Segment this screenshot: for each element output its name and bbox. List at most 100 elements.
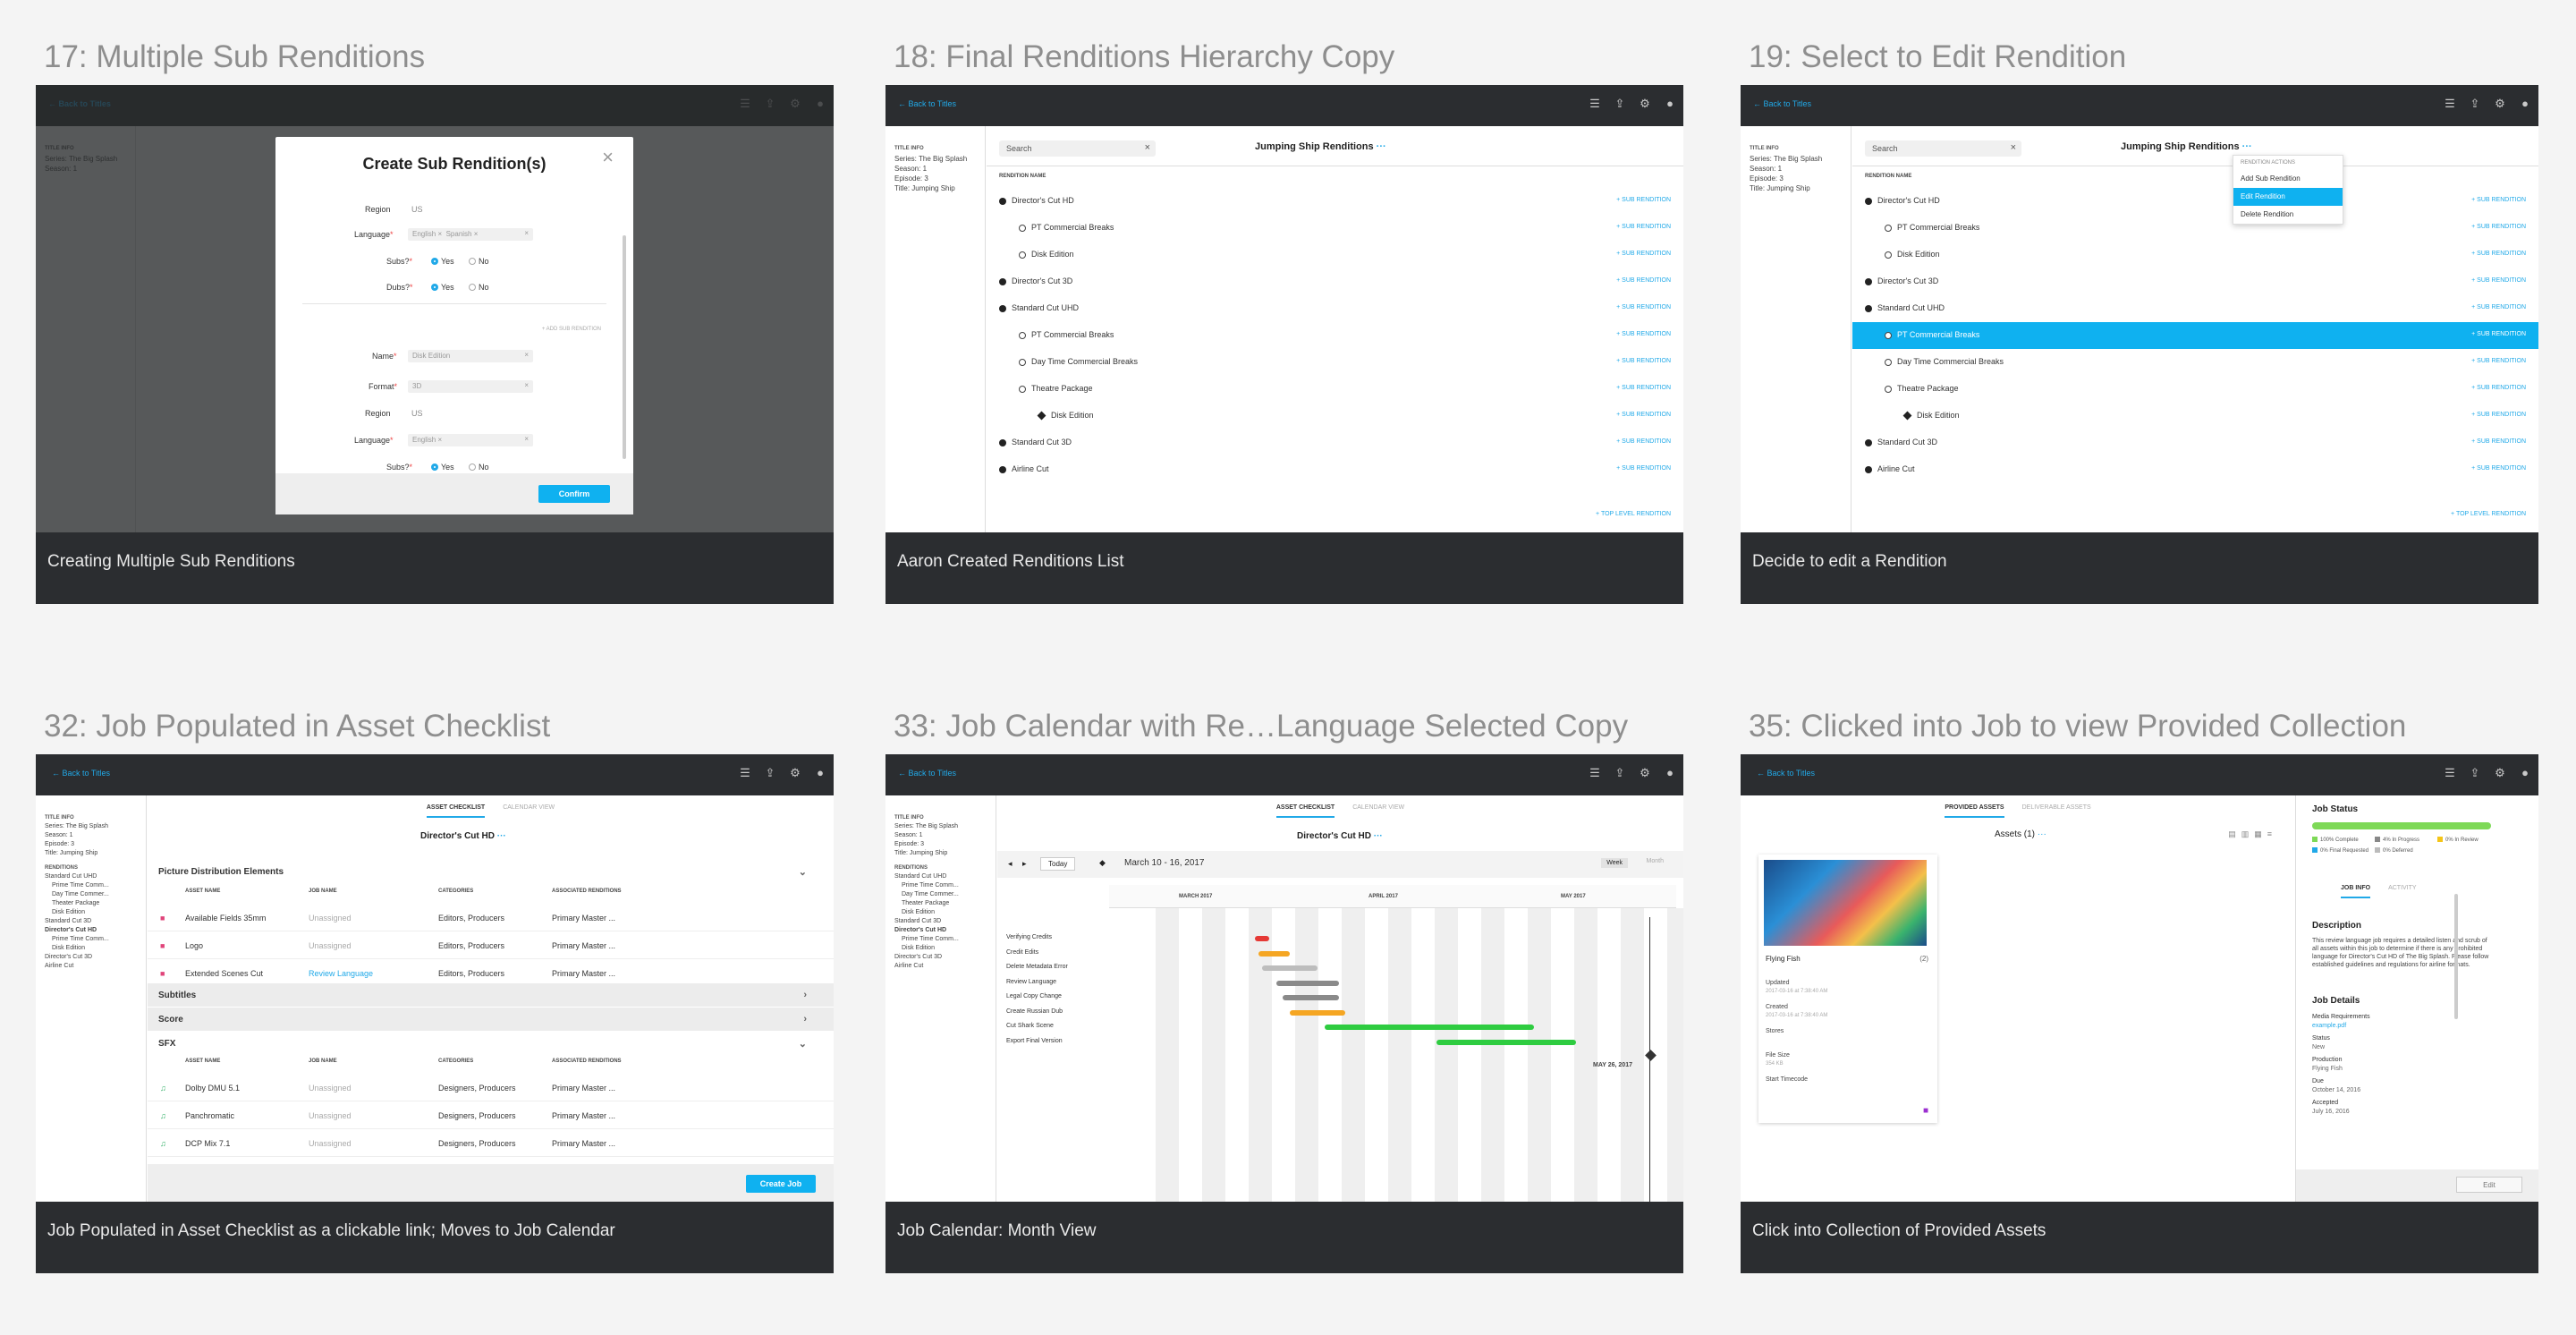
view-mode-icons[interactable]: ▤▥▦≡ (2228, 829, 2277, 839)
add-sub-rendition-button[interactable]: + SUB RENDITION (1616, 438, 1671, 445)
back-to-titles-link[interactable]: ← Back to Titles (898, 99, 956, 108)
card-frame[interactable]: ← Back to Titles ☰⇪⚙● TITLE INFO Series:… (36, 85, 834, 604)
section-sfx[interactable]: SFX ⌄ (148, 1032, 834, 1055)
add-sub-rendition-button[interactable]: + SUB RENDITION (2471, 385, 2526, 391)
back-to-titles-link[interactable]: ← Back to Titles (1753, 99, 1811, 108)
upload-icon[interactable]: ⇪ (764, 767, 776, 779)
upload-icon[interactable]: ⇪ (1614, 98, 1626, 110)
asset-card[interactable]: Flying Fish (2) Updated 2017-03-16 at 7:3… (1758, 855, 1937, 1123)
task-bar[interactable] (1255, 936, 1269, 941)
upload-icon[interactable]: ⇪ (2469, 767, 2481, 779)
top-level-rendition-button[interactable]: + TOP LEVEL RENDITION (2451, 511, 2526, 517)
task-bar[interactable] (1258, 950, 1291, 957)
create-job-button[interactable]: Create Job (746, 1175, 816, 1193)
list-icon[interactable]: ☰ (739, 767, 751, 779)
search-input[interactable]: Search × (1865, 140, 2021, 157)
task-bar[interactable] (1325, 1025, 1534, 1030)
rendition-row[interactable]: Standard Cut 3D + SUB RENDITION (987, 429, 1683, 456)
gear-icon[interactable]: ⚙ (789, 767, 801, 779)
task-bar[interactable] (1262, 965, 1318, 971)
user-icon[interactable]: ● (814, 767, 826, 779)
card-frame[interactable]: ← Back to Titles ☰⇪⚙● TITLE INFO Series:… (1741, 85, 2538, 604)
task-label[interactable]: Create Russian Dub (1006, 1008, 1063, 1015)
task-label[interactable]: Credit Edits (1006, 949, 1038, 956)
table-row[interactable]: ♫ Panchromatic Unassigned Designers, Produc… (148, 1102, 834, 1129)
card-frame[interactable]: ← Back to Titles ☰⇪⚙● TITLE INFO Series:… (886, 85, 1683, 604)
tab-provided-assets[interactable]: PROVIDED ASSETS (1945, 804, 2004, 818)
task-label[interactable]: Delete Metadata Error (1006, 964, 1068, 970)
rendition-row[interactable]: Director's Cut HD + SUB RENDITION (987, 188, 1683, 215)
gear-icon[interactable]: ⚙ (1639, 767, 1651, 779)
add-sub-rendition-button[interactable]: + SUB RENDITION (1616, 277, 1671, 284)
subs-yes-radio[interactable]: Yes (431, 257, 454, 266)
cell-job[interactable]: Unassigned (309, 1111, 352, 1120)
task-label[interactable]: Review Language (1006, 979, 1056, 985)
list-icon[interactable]: ☰ (2444, 98, 2456, 110)
back-to-titles-link[interactable]: ← Back to Titles (1757, 769, 1815, 778)
table-row[interactable]: ♫ Dolby DMU 5.1 Unassigned Designers, Produ… (148, 1075, 834, 1101)
upload-icon[interactable]: ⇪ (1614, 767, 1626, 779)
cell-job[interactable]: Unassigned (309, 914, 352, 923)
table-row[interactable]: ■ Available Fields 35mm Unassigned Editors,… (148, 905, 834, 931)
add-sub-rendition-button[interactable]: + SUB RENDITION (2471, 412, 2526, 418)
add-sub-rendition-button[interactable]: + SUB RENDITION (1616, 465, 1671, 472)
rendition-row[interactable]: Day Time Commercial Breaks + SUB RENDITIO… (987, 349, 1683, 376)
cell-job[interactable]: Unassigned (309, 1084, 352, 1093)
language-input-2[interactable]: English × × (408, 434, 533, 446)
tab-asset-checklist[interactable]: ASSET CHECKLIST (426, 804, 486, 818)
add-sub-rendition-button[interactable]: + SUB RENDITION (1616, 412, 1671, 418)
rendition-row[interactable]: Disk Edition + SUB RENDITION (1852, 242, 2538, 268)
name-input[interactable]: Disk Edition × (408, 350, 533, 362)
cell-job[interactable]: Unassigned (309, 1139, 352, 1148)
menu-item-add-sub-rendition[interactable]: Add Sub Rendition (2233, 170, 2343, 188)
folder-icon[interactable]: ■ (1923, 1106, 1928, 1116)
rendition-row[interactable]: Disk Edition + SUB RENDITION (1852, 403, 2538, 429)
add-sub-rendition-button[interactable]: + SUB RENDITION (1616, 385, 1671, 391)
dubs-no-radio[interactable]: No (469, 283, 489, 292)
rendition-row[interactable]: PT Commercial Breaks + SUB RENDITION (1852, 215, 2538, 242)
table-row[interactable]: ■ Logo Unassigned Editors, Producers Primary… (148, 932, 834, 959)
tab-job-info[interactable]: JOB INFO (2341, 885, 2371, 898)
tab-deliverable-assets[interactable]: DELIVERABLE ASSETS (2022, 804, 2091, 816)
gear-icon[interactable]: ⚙ (1639, 98, 1651, 110)
section-picture-distribution[interactable]: Picture Distribution Elements ⌄ (148, 860, 834, 883)
section-subtitles[interactable]: Subtitles › (148, 983, 834, 1007)
add-sub-rendition-button[interactable]: + SUB RENDITION (1616, 331, 1671, 337)
user-icon[interactable]: ● (2519, 767, 2531, 779)
rendition-row[interactable]: Day Time Commercial Breaks + SUB RENDITIO… (1852, 349, 2538, 376)
add-sub-rendition-button[interactable]: + SUB RENDITION (2471, 358, 2526, 364)
add-sub-rendition-link[interactable]: + ADD SUB RENDITION (542, 327, 601, 332)
tab-asset-checklist[interactable]: ASSET CHECKLIST (1275, 804, 1335, 818)
card-frame[interactable]: ← Back to Titles ☰⇪⚙● TITLE INFO Series:… (36, 754, 834, 1273)
rendition-row[interactable]: PT Commercial Breaks + SUB RENDITION (1852, 322, 2538, 349)
rendition-row[interactable]: Airline Cut + SUB RENDITION (1852, 456, 2538, 483)
rendition-row[interactable]: Director's Cut 3D + SUB RENDITION (987, 268, 1683, 295)
tab-calendar-view[interactable]: CALENDAR VIEW (503, 804, 555, 816)
add-sub-rendition-button[interactable]: + SUB RENDITION (2471, 331, 2526, 337)
task-label[interactable]: Verifying Credits (1006, 934, 1052, 940)
rendition-row[interactable]: Standard Cut 3D + SUB RENDITION (1852, 429, 2538, 456)
task-label[interactable]: Export Final Version (1006, 1038, 1063, 1044)
card-frame[interactable]: ← Back to Titles ☰⇪⚙● TITLE INFO Series:… (886, 754, 1683, 1273)
table-row[interactable]: ♫ DCP Mix 7.1 Unassigned Designers, Produce… (148, 1130, 834, 1157)
task-label[interactable]: Cut Shark Scene (1006, 1023, 1054, 1029)
search-input[interactable]: Search × (999, 140, 1156, 157)
format-input[interactable]: 3D × (408, 380, 533, 393)
rendition-row[interactable]: PT Commercial Breaks + SUB RENDITION (987, 215, 1683, 242)
rendition-row[interactable]: PT Commercial Breaks + SUB RENDITION (987, 322, 1683, 349)
user-icon[interactable]: ● (1664, 767, 1676, 779)
detail-scrollbar[interactable] (2454, 894, 2458, 1019)
prev-icon[interactable]: ◂ (1008, 859, 1013, 869)
confirm-button[interactable]: Confirm (538, 485, 610, 503)
close-icon[interactable]: × (602, 146, 614, 169)
menu-item-delete-rendition[interactable]: Delete Rendition (2233, 206, 2343, 224)
add-sub-rendition-button[interactable]: + SUB RENDITION (2471, 277, 2526, 284)
back-to-titles-link[interactable]: ← Back to Titles (898, 769, 956, 778)
list-icon[interactable]: ☰ (2444, 767, 2456, 779)
language-input[interactable]: English × Spanish × × (408, 228, 533, 241)
edit-button[interactable]: Edit (2456, 1177, 2522, 1193)
add-sub-rendition-button[interactable]: + SUB RENDITION (2471, 304, 2526, 310)
rendition-row[interactable]: Airline Cut + SUB RENDITION (987, 456, 1683, 483)
task-bar[interactable] (1290, 1009, 1346, 1016)
next-icon[interactable]: ▸ (1022, 859, 1027, 869)
